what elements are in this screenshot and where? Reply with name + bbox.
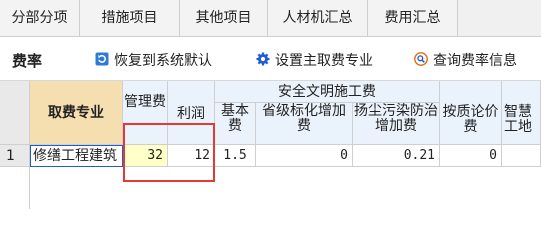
header-smart-site[interactable]: 智慧工地 [502, 81, 541, 145]
rate-table: 取费专业 管理费 利润 安全文明施工费 按质论价费 智慧工地 基本费 省级标化增… [0, 81, 541, 209]
query-rate-label: 查询费率信息 [433, 53, 517, 69]
management-fee-cell[interactable]: 32 [123, 145, 168, 167]
header-management-fee[interactable]: 管理费 [123, 81, 168, 145]
tab-bar: 分部分项 措施项目 其他项目 人材机汇总 费用汇总 [0, 0, 541, 37]
smart-site-cell[interactable] [502, 145, 541, 167]
category-cell[interactable]: 修缮工程建筑 [30, 145, 123, 167]
restore-icon [95, 52, 109, 66]
gear-icon [256, 52, 270, 66]
profit-cell[interactable]: 12 [168, 145, 215, 167]
header-safety-group: 安全文明施工费 [215, 81, 440, 103]
set-main-category-button[interactable]: 设置主取费专业 [256, 50, 373, 70]
header-quality-fee[interactable]: 按质论价费 [440, 81, 502, 145]
header-profit[interactable]: 利润 [168, 81, 215, 145]
quality-fee-cell[interactable]: 0 [440, 145, 502, 167]
panel-title: 费率 [12, 52, 43, 70]
query-rate-button[interactable]: 查询费率信息 [414, 50, 517, 70]
tab-rencaiji-huizong[interactable]: 人材机汇总 [268, 0, 368, 36]
header-category[interactable]: 取费专业 [30, 81, 123, 145]
restore-default-label: 恢复到系统默认 [114, 53, 212, 69]
tab-feiyong-huizong[interactable]: 费用汇总 [368, 0, 458, 36]
header-basic-fee[interactable]: 基本费 [215, 103, 256, 145]
tab-cuoshi-xiangmu[interactable]: 措施项目 [80, 0, 180, 36]
provincial-fee-cell[interactable]: 0 [256, 145, 353, 167]
header-provincial-fee[interactable]: 省级标化增加费 [256, 103, 353, 145]
search-info-icon [414, 52, 428, 66]
row-gutter [0, 167, 30, 209]
basic-fee-cell[interactable]: 1.5 [215, 145, 256, 167]
tab-fenbu-fenxiang[interactable]: 分部分项 [0, 0, 80, 36]
header-dust-fee[interactable]: 扬尘污染防治增加费 [353, 103, 440, 145]
restore-default-button[interactable]: 恢复到系统默认 [95, 50, 212, 70]
row-number: 1 [0, 145, 30, 167]
toolbar: 费率 恢复到系统默认 设置主取费专业 查询费率信息 [0, 37, 541, 81]
corner-header [0, 81, 30, 145]
set-main-category-label: 设置主取费专业 [275, 53, 373, 69]
dust-fee-cell[interactable]: 0.21 [353, 145, 440, 167]
tab-qita-xiangmu[interactable]: 其他项目 [180, 0, 268, 36]
